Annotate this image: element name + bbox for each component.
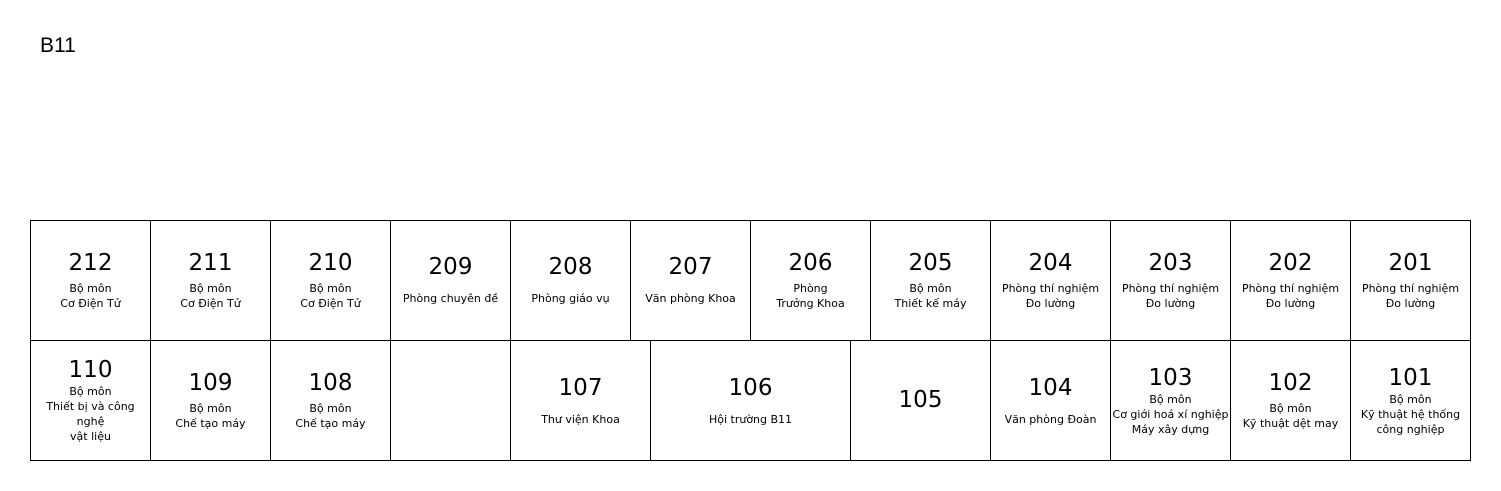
room-204: 204 Phòng thí nghiệm Đo lường [990,220,1111,341]
room-205: 205 Bộ môn Thiết kế máy [870,220,991,341]
room-202: 202 Phòng thí nghiệm Đo lường [1230,220,1351,341]
room-number: 110 [68,357,113,383]
room-description: Bộ môn Cơ Điện Tử [60,282,121,310]
room-description: Phòng thí nghiệm Đo lường [1241,282,1340,310]
room-description: Văn phòng Khoa [645,291,736,305]
room-number: 107 [558,374,603,401]
room-description: Phòng thí nghiệm Đo lường [1121,282,1220,310]
room-201: 201 Phòng thí nghiệm Đo lường [1350,220,1471,341]
room-number: 202 [1268,250,1313,276]
room-number: 205 [908,250,953,276]
room-110: 110 Bộ môn Thiết bị và công nghệ vật liệ… [30,340,151,461]
room-105: 105 [850,340,991,461]
room-207: 207 Văn phòng Khoa [630,220,751,341]
room-102: 102 Bộ môn Kỹ thuật dệt may [1230,340,1351,461]
room-number: 204 [1028,250,1073,276]
room-unlabeled [390,340,511,461]
room-number: 102 [1268,370,1313,396]
room-number: 203 [1148,250,1193,276]
room-number: 104 [1028,374,1073,401]
room-number: 212 [68,250,113,276]
room-description: Bộ môn Thiết bị và công nghệ vật liệu [46,385,135,443]
room-description: Thư viện Khoa [541,412,620,426]
room-208: 208 Phòng giáo vụ [510,220,631,341]
room-number: 101 [1388,364,1433,391]
room-203: 203 Phòng thí nghiệm Đo lường [1110,220,1231,341]
room-107: 107 Thư viện Khoa [510,340,651,461]
room-109: 109 Bộ môn Chế tạo máy [150,340,271,461]
room-description: Bộ môn Chế tạo máy [175,402,246,430]
room-description: Bộ môn Thiết kế máy [894,282,967,310]
room-106: 106 Hội trường B11 [650,340,851,461]
room-number: 109 [188,370,233,396]
room-description: Bộ môn Cơ giới hoá xí nghiệp Máy xây dựn… [1112,392,1229,436]
room-description: Bộ môn Cơ Điện Tử [300,282,361,310]
room-103: 103 Bộ môn Cơ giới hoá xí nghiệp Máy xây… [1110,340,1231,461]
room-108: 108 Bộ môn Chế tạo máy [270,340,391,461]
room-210: 210 Bộ môn Cơ Điện Tử [270,220,391,341]
room-number: 207 [668,253,713,280]
room-number: 201 [1388,250,1433,276]
room-number: 208 [548,253,593,280]
room-description: Bộ môn Chế tạo máy [295,402,366,430]
room-101: 101 Bộ môn Kỹ thuật hệ thống công nghiệp [1350,340,1471,461]
room-description: Hội trường B11 [708,412,793,426]
room-description: Bộ môn Cơ Điện Tử [180,282,241,310]
room-number: 206 [788,250,833,276]
room-description: Phòng thí nghiệm Đo lường [1001,282,1100,310]
room-209: 209 Phòng chuyên đề [390,220,511,341]
room-description: Bộ môn Kỹ thuật dệt may [1242,402,1339,430]
building-title: B11 [40,34,76,57]
room-211: 211 Bộ môn Cơ Điện Tử [150,220,271,341]
room-number: 105 [898,387,943,413]
room-number: 211 [188,250,233,276]
room-number: 210 [308,250,353,276]
room-number: 108 [308,370,353,396]
room-description: Phòng thí nghiệm Đo lường [1361,282,1460,310]
room-description: Văn phòng Đoàn [1004,412,1097,426]
room-104: 104 Văn phòng Đoàn [990,340,1111,461]
room-206: 206 Phòng Trưởng Khoa [750,220,871,341]
room-description: Phòng giáo vụ [531,291,610,305]
room-number: 209 [428,253,473,280]
room-212: 212 Bộ môn Cơ Điện Tử [30,220,151,341]
room-description: Bộ môn Kỹ thuật hệ thống công nghiệp [1360,392,1461,436]
room-number: 103 [1148,364,1193,391]
room-description: Phòng chuyên đề [402,291,499,305]
room-number: 106 [728,374,773,401]
room-description: Phòng Trưởng Khoa [776,282,845,310]
